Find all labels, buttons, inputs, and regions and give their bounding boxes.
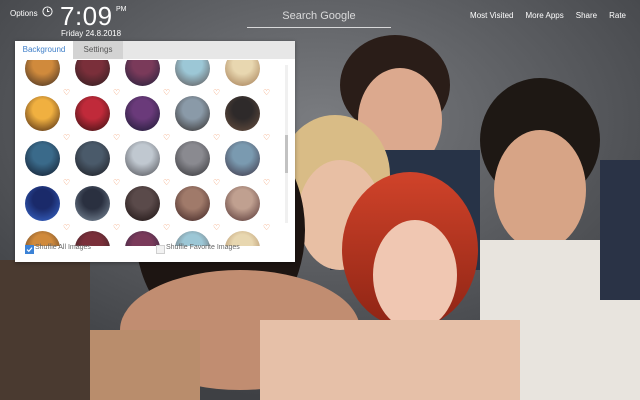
more-apps-link[interactable]: More Apps bbox=[525, 11, 563, 20]
thumbnail-image bbox=[175, 141, 210, 176]
wallpaper-thumbnail[interactable] bbox=[225, 60, 260, 86]
shuffle-favorites-label: Shuffle Favorite Images bbox=[166, 244, 240, 251]
heart-icon[interactable]: ♡ bbox=[163, 179, 170, 187]
shuffle-all-checkbox[interactable] bbox=[25, 245, 34, 254]
wallpaper-thumbnail[interactable] bbox=[25, 60, 60, 86]
wallpaper-thumbnail[interactable] bbox=[125, 60, 160, 86]
thumbnail-image bbox=[25, 141, 60, 176]
thumbnail-image bbox=[225, 186, 260, 221]
thumbnail-image bbox=[25, 186, 60, 221]
wallpaper-thumbnail[interactable] bbox=[25, 141, 60, 176]
heart-icon[interactable]: ♡ bbox=[63, 134, 70, 142]
thumbnail-image bbox=[175, 60, 210, 86]
top-bar: Options 7:09 PM Friday 24.8.2018 Most Vi… bbox=[0, 0, 640, 40]
heart-icon[interactable]: ♡ bbox=[163, 89, 170, 97]
shuffle-all-label: Shuffle All Images bbox=[35, 244, 91, 251]
wallpaper-thumbnail[interactable] bbox=[175, 60, 210, 86]
heart-icon[interactable]: ♡ bbox=[113, 224, 120, 232]
wallpaper-thumbnail[interactable] bbox=[25, 96, 60, 131]
wallpaper-thumbnail[interactable] bbox=[175, 141, 210, 176]
wallpaper-thumbnail[interactable] bbox=[125, 96, 160, 131]
heart-icon[interactable]: ♡ bbox=[63, 224, 70, 232]
tab-settings[interactable]: Settings bbox=[73, 41, 123, 59]
search-box bbox=[247, 5, 391, 28]
thumbnail-image bbox=[175, 96, 210, 131]
thumbnail-image bbox=[75, 141, 110, 176]
heart-icon[interactable]: ♡ bbox=[213, 134, 220, 142]
wallpaper-thumbnail[interactable] bbox=[75, 141, 110, 176]
heart-icon[interactable]: ♡ bbox=[213, 89, 220, 97]
thumbnail-image bbox=[125, 186, 160, 221]
wallpaper-thumbnail[interactable] bbox=[75, 96, 110, 131]
share-link[interactable]: Share bbox=[576, 11, 597, 20]
heart-icon[interactable]: ♡ bbox=[113, 89, 120, 97]
most-visited-link[interactable]: Most Visited bbox=[470, 11, 513, 20]
heart-icon[interactable]: ♡ bbox=[263, 134, 270, 142]
options-link[interactable]: Options bbox=[10, 9, 38, 18]
thumbnail-image bbox=[225, 60, 260, 86]
thumbnail-image bbox=[25, 60, 60, 86]
heart-icon[interactable]: ♡ bbox=[213, 224, 220, 232]
scrollbar-thumb[interactable] bbox=[285, 135, 288, 173]
thumbnail-image bbox=[225, 96, 260, 131]
heart-icon[interactable]: ♡ bbox=[263, 179, 270, 187]
wallpaper-thumbnail[interactable] bbox=[125, 141, 160, 176]
heart-icon[interactable]: ♡ bbox=[163, 134, 170, 142]
heart-icon[interactable]: ♡ bbox=[113, 134, 120, 142]
settings-panel: Background Settings ♡ ♡ ♡ ♡ ♡ ♡ ♡ ♡ ♡ ♡ ♡ ♡ ♡ ♡ ♡ ♡ ♡ ♡ ♡ ♡… bbox=[15, 41, 295, 262]
shuffle-options: Shuffle All Images Shuffle Favorite Imag… bbox=[15, 242, 295, 256]
wallpaper-thumbnail[interactable] bbox=[225, 96, 260, 131]
wallpaper-thumbnail[interactable] bbox=[75, 186, 110, 221]
scrollbar[interactable] bbox=[285, 65, 288, 223]
thumbnail-image bbox=[75, 60, 110, 86]
thumbnail-image bbox=[125, 96, 160, 131]
clock-date: Friday 24.8.2018 bbox=[61, 29, 122, 38]
thumbnail-image bbox=[25, 96, 60, 131]
heart-icon[interactable]: ♡ bbox=[113, 179, 120, 187]
thumbnail-image bbox=[225, 141, 260, 176]
heart-icon[interactable]: ♡ bbox=[63, 89, 70, 97]
tab-background[interactable]: Background bbox=[15, 41, 73, 59]
heart-icon[interactable]: ♡ bbox=[213, 179, 220, 187]
wallpaper-thumbnail[interactable] bbox=[225, 186, 260, 221]
thumbnail-image bbox=[75, 96, 110, 131]
heart-icon[interactable]: ♡ bbox=[263, 224, 270, 232]
thumbnail-image bbox=[175, 186, 210, 221]
heart-icon[interactable]: ♡ bbox=[63, 179, 70, 187]
thumbnail-image bbox=[125, 60, 160, 86]
wallpaper-thumbnail[interactable] bbox=[175, 96, 210, 131]
thumbnail-grid: ♡ ♡ ♡ ♡ ♡ ♡ ♡ ♡ ♡ ♡ ♡ ♡ ♡ ♡ ♡ ♡ ♡ ♡ ♡ ♡ bbox=[15, 60, 285, 246]
top-links: Most Visited More Apps Share Rate bbox=[470, 11, 626, 20]
wallpaper-thumbnail[interactable] bbox=[25, 186, 60, 221]
clock-icon[interactable] bbox=[42, 6, 53, 17]
tab-bar: Background Settings bbox=[15, 41, 295, 59]
wallpaper-thumbnail[interactable] bbox=[225, 141, 260, 176]
search-input[interactable] bbox=[247, 5, 391, 27]
clock-ampm: PM bbox=[116, 6, 127, 13]
rate-link[interactable]: Rate bbox=[609, 11, 626, 20]
thumbnail-image bbox=[75, 186, 110, 221]
heart-icon[interactable]: ♡ bbox=[163, 224, 170, 232]
thumbnail-image bbox=[125, 141, 160, 176]
wallpaper-thumbnail[interactable] bbox=[175, 186, 210, 221]
clock-time: 7:09 bbox=[60, 1, 113, 31]
shuffle-favorites-checkbox[interactable] bbox=[156, 245, 165, 254]
wallpaper-thumbnail[interactable] bbox=[75, 60, 110, 86]
heart-icon[interactable]: ♡ bbox=[263, 89, 270, 97]
wallpaper-thumbnail[interactable] bbox=[125, 186, 160, 221]
check-icon bbox=[26, 247, 33, 253]
